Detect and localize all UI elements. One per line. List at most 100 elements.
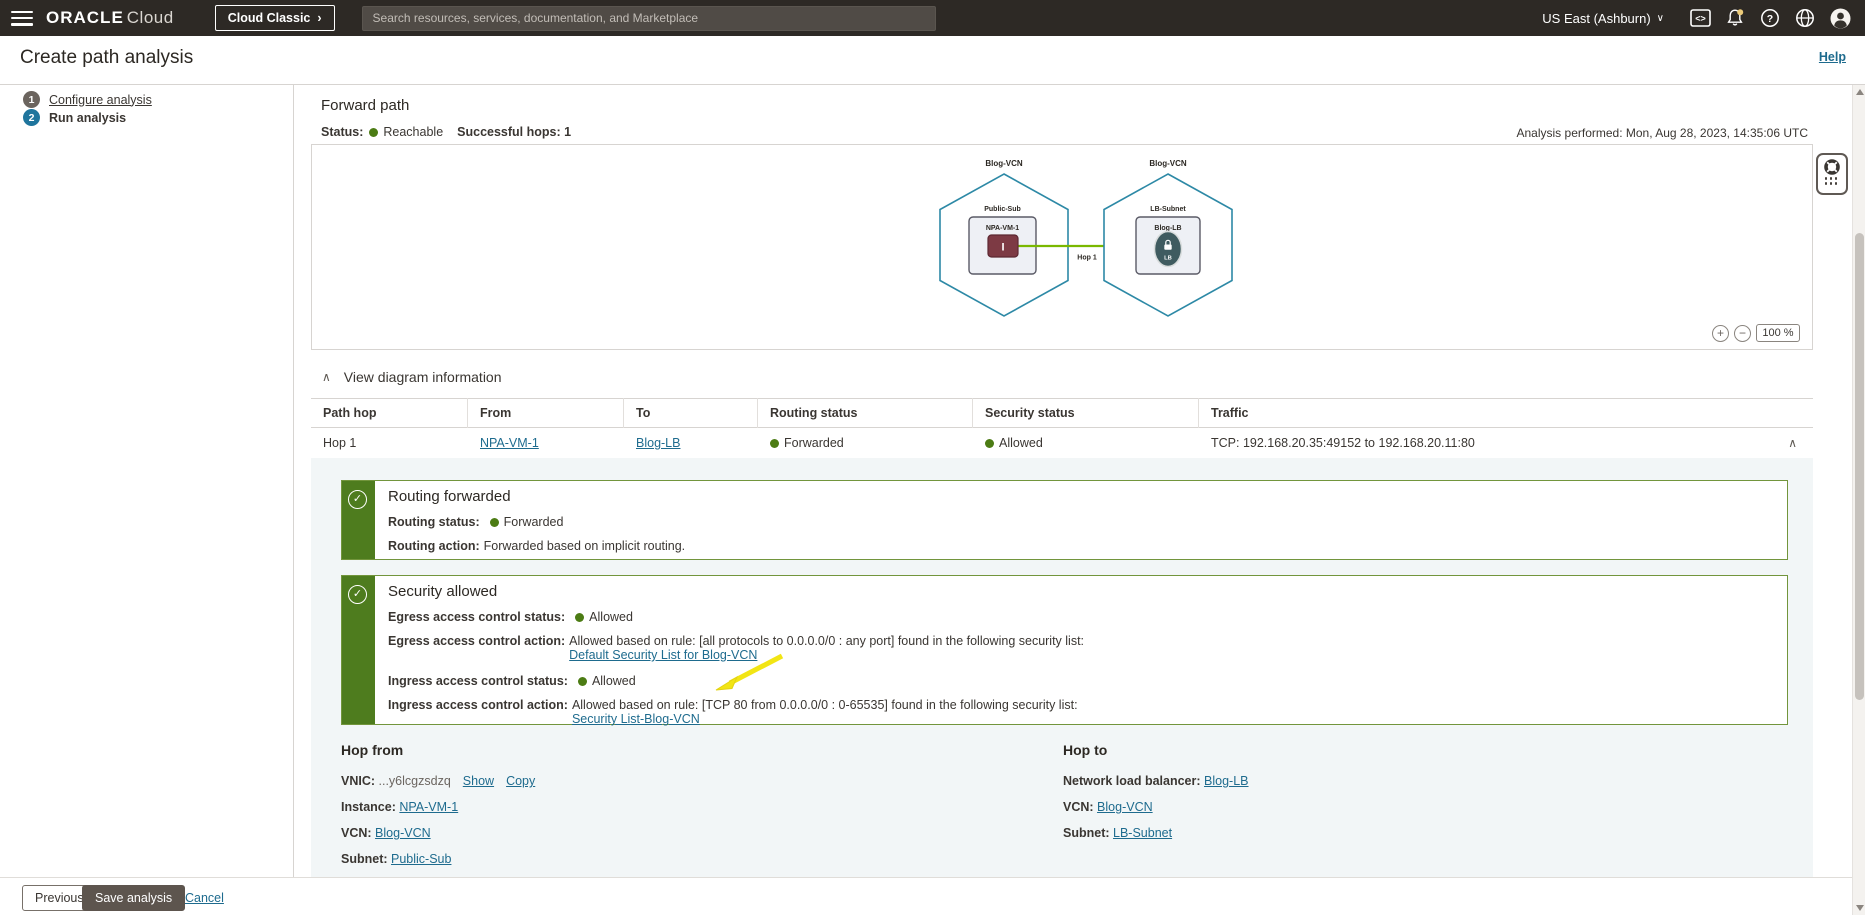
svg-text:Blog-VCN: Blog-VCN: [1149, 159, 1187, 168]
forward-path-title: Forward path: [321, 97, 410, 114]
instance-row: Instance: NPA-VM-1: [341, 800, 459, 814]
instance-node-icon[interactable]: I: [987, 234, 1019, 258]
chevron-down-icon: ∨: [1656, 12, 1664, 24]
vnic-row: VNIC: ...y6lcgzsdzq Show Copy: [341, 774, 536, 788]
help-link[interactable]: Help: [1819, 50, 1846, 64]
dev-console-icon[interactable]: <>: [1689, 7, 1711, 29]
routing-panel-title: Routing forwarded: [388, 488, 511, 505]
hop-from-section: Hop from VNIC: ...y6lcgzsdzq Show Copy Ins…: [341, 742, 901, 878]
scroll-down-arrow-icon[interactable]: [1856, 905, 1864, 911]
cell-routing-status: Forwarded: [758, 436, 973, 450]
path-hops-table: Path hop From To Routing status Security…: [311, 398, 1813, 458]
wizard-footer: Previous Save analysis Cancel: [0, 877, 1865, 915]
instance-link[interactable]: NPA-VM-1: [399, 800, 458, 814]
notifications-bell-icon[interactable]: [1724, 7, 1746, 29]
view-diagram-information-toggle[interactable]: ∧ View diagram information: [322, 369, 502, 385]
ingress-security-list-link[interactable]: Security List-Blog-VCN: [572, 712, 700, 726]
vnic-show-link[interactable]: Show: [463, 774, 494, 788]
scroll-up-arrow-icon[interactable]: [1856, 89, 1864, 95]
subnet-to-link[interactable]: LB-Subnet: [1113, 826, 1172, 840]
vnic-copy-link[interactable]: Copy: [506, 774, 535, 788]
search-input[interactable]: [361, 5, 936, 31]
egress-security-list-link[interactable]: Default Security List for Blog-VCN: [569, 648, 757, 662]
life-ring-icon: [1824, 159, 1840, 175]
svg-text:?: ?: [1767, 13, 1773, 25]
svg-text:LB-Subnet: LB-Subnet: [1150, 206, 1186, 213]
col-security-status: Security status: [973, 398, 1199, 428]
col-routing-status: Routing status: [758, 398, 973, 428]
vnic-value: ...y6lcgzsdzq: [378, 774, 451, 788]
cell-path-hop: Hop 1: [323, 436, 357, 450]
zoom-in-button[interactable]: +: [1712, 324, 1729, 342]
subnet-from-link[interactable]: Public-Sub: [391, 852, 451, 866]
help-float-widget[interactable]: [1816, 153, 1848, 195]
oracle-cloud-logo[interactable]: ORACLE Cloud: [46, 8, 174, 28]
cell-traffic: TCP: 192.168.20.35:49152 to 192.168.20.1…: [1211, 436, 1475, 450]
routing-green-dot-icon: [489, 518, 499, 527]
brand-cloud: Cloud: [126, 8, 174, 27]
routing-panel-green-bar: ✓: [342, 481, 375, 559]
cell-security-status: Allowed: [973, 436, 1199, 450]
zoom-out-button[interactable]: −: [1734, 324, 1751, 342]
diagram-zoom-controls: + −: [1712, 324, 1800, 342]
svg-text:LB: LB: [1164, 256, 1172, 262]
load-balancer-node-icon[interactable]: LB: [1153, 230, 1183, 268]
check-circle-icon: ✓: [348, 585, 367, 604]
cloud-classic-button[interactable]: Cloud Classic ›: [214, 5, 335, 31]
ingress-status-row: Ingress access control status: Allowed: [388, 674, 636, 688]
path-diagram-canvas[interactable]: Blog-VCN Public-Sub NPA-VM-1 Hop 1 I Blo…: [311, 144, 1813, 350]
scrollbar-thumb[interactable]: [1855, 233, 1864, 700]
step-run-analysis: 2 Run analysis: [23, 109, 126, 126]
svg-text:Hop 1: Hop 1: [1077, 255, 1097, 262]
vcn-from-row: VCN: Blog-VCN: [341, 826, 431, 840]
svg-text:Public-Sub: Public-Sub: [984, 206, 1021, 213]
collapse-row-chevron-icon[interactable]: ∧: [1788, 436, 1797, 450]
vcn-to-link[interactable]: Blog-VCN: [1097, 800, 1153, 814]
to-link[interactable]: Blog-LB: [636, 436, 680, 450]
drag-dots-icon: [1824, 177, 1840, 187]
ingress-action-row: Ingress access control action: Allowed b…: [388, 698, 1078, 726]
status-row: Status: Reachable Successful hops: 1: [321, 125, 571, 139]
cell-from: NPA-VM-1: [468, 436, 624, 450]
globe-icon[interactable]: [1794, 7, 1816, 29]
egress-status-row: Egress access control status: Allowed: [388, 610, 633, 624]
hops-label: Successful hops:: [457, 125, 561, 139]
step-configure-analysis[interactable]: 1 Configure analysis: [23, 91, 152, 108]
topology-diagram: Blog-VCN Public-Sub NPA-VM-1 Hop 1 I Blo…: [939, 159, 1233, 317]
vcn-from-link[interactable]: Blog-VCN: [375, 826, 431, 840]
subnet-to-row: Subnet: LB-Subnet: [1063, 826, 1173, 840]
routing-action-row: Routing action: Forwarded based on implic…: [388, 539, 686, 553]
topbar-right: US East (Ashburn) ∨ <> ?: [1542, 7, 1865, 29]
help-question-icon[interactable]: ?: [1759, 7, 1781, 29]
col-traffic: Traffic: [1211, 406, 1249, 420]
save-analysis-button[interactable]: Save analysis: [82, 885, 186, 911]
step-1-label[interactable]: Configure analysis: [49, 93, 152, 107]
security-panel-green-bar: ✓: [342, 576, 375, 724]
hop-to-title: Hop to: [1063, 742, 1108, 758]
cancel-link[interactable]: Cancel: [185, 891, 224, 905]
check-circle-icon: ✓: [348, 490, 367, 509]
step-2-label: Run analysis: [49, 110, 127, 125]
vertical-scrollbar[interactable]: [1852, 85, 1865, 915]
user-avatar-icon[interactable]: [1829, 7, 1851, 29]
hop-to-section: Hop to Network load balancer: Blog-LB VC…: [1063, 742, 1623, 852]
nlb-link[interactable]: Blog-LB: [1204, 774, 1248, 788]
col-path-hop: Path hop: [311, 398, 468, 428]
hamburger-menu-icon[interactable]: [11, 10, 33, 26]
step-1-circle: 1: [23, 91, 40, 108]
region-selector[interactable]: US East (Ashburn) ∨: [1542, 11, 1664, 26]
analysis-performed-timestamp: Analysis performed: Mon, Aug 28, 2023, 1…: [1516, 126, 1809, 140]
hops-value: 1: [564, 125, 572, 139]
table-row-hop-1: Hop 1 NPA-VM-1 Blog-LB Forwarded Allowed…: [311, 428, 1813, 458]
col-to: To: [624, 398, 758, 428]
chevron-right-icon: ›: [317, 11, 322, 25]
from-link[interactable]: NPA-VM-1: [480, 436, 539, 450]
status-value: Reachable: [383, 125, 444, 139]
egress-green-dot-icon: [575, 613, 585, 622]
status-label: Status:: [321, 125, 364, 139]
page-header: Create path analysis Help: [0, 36, 1865, 85]
vcn-to-row: VCN: Blog-VCN: [1063, 800, 1153, 814]
svg-text:Blog-VCN: Blog-VCN: [985, 159, 1023, 168]
svg-text:<>: <>: [1695, 14, 1706, 24]
zoom-level-input[interactable]: [1756, 324, 1800, 342]
